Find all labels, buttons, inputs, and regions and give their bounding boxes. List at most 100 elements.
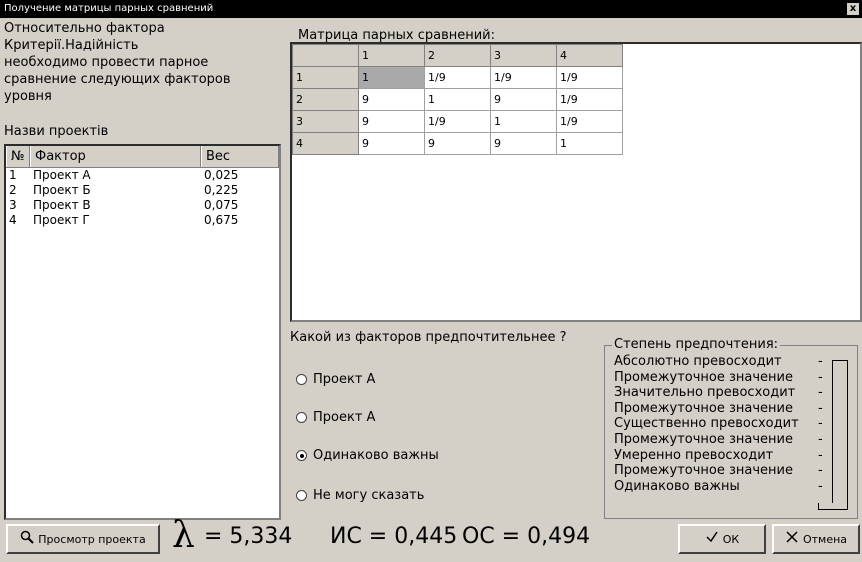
cancel-label: Отмена	[802, 532, 848, 546]
matrix-row: 2 9 1 9 1/9	[292, 88, 623, 111]
matrix-cell[interactable]: 1/9	[424, 110, 491, 133]
consistency-index: ИС = 0,445	[330, 524, 458, 549]
search-icon	[20, 530, 34, 548]
window-title: Получение матрицы парных сравнений	[4, 3, 214, 14]
matrix-row: 3 9 1/9 1 1/9	[292, 110, 623, 133]
preference-tick-marks: - - - - - - - - -	[818, 354, 823, 494]
column-header-number[interactable]: №	[6, 146, 30, 167]
matrix-cell[interactable]: 9	[490, 88, 557, 111]
cancel-button[interactable]: Отмена	[772, 524, 860, 554]
preference-levels: Абсолютно превосходит Промежуточное знач…	[614, 354, 799, 494]
tick-mark: -	[818, 385, 823, 401]
matrix-cell-selected[interactable]: 1	[358, 66, 425, 89]
column-header-factor[interactable]: Фактор	[30, 146, 201, 167]
matrix-row-header: 4	[292, 132, 359, 155]
table-row[interactable]: 1 Проект А 0,025	[6, 168, 279, 183]
preference-caption: Степень предпочтения:	[612, 337, 781, 352]
radio-label: Проект А	[313, 372, 376, 387]
description-line: сравнение следующих факторов	[4, 72, 231, 87]
table-row[interactable]: 2 Проект Б 0,225	[6, 183, 279, 198]
row-number: 4	[9, 213, 17, 227]
projects-caption: Назви проектів	[4, 124, 109, 139]
comparison-matrix[interactable]: 1 2 3 4 1 1 1/9 1/9 1/9 2 9 1 9 1/9 3 9 …	[290, 42, 862, 322]
matrix-cell[interactable]: 1/9	[556, 66, 623, 89]
preference-level: Промежуточное значение	[614, 369, 793, 385]
table-row[interactable]: 4 Проект Г 0,675	[6, 213, 279, 228]
radio-checked-icon	[296, 450, 307, 461]
description-line: Относительно фактора	[4, 21, 165, 36]
tick-mark: -	[818, 354, 823, 369]
preference-level: Абсолютно превосходит	[614, 354, 782, 369]
tick-mark: -	[818, 400, 823, 416]
matrix-row-header: 2	[292, 88, 359, 111]
preference-slider-thumb[interactable]	[818, 503, 848, 510]
close-window-button[interactable]: x	[847, 3, 859, 15]
matrix-col-header: 3	[490, 44, 557, 67]
radio-option-second-project[interactable]: Проект А	[296, 410, 375, 425]
tick-mark: -	[818, 463, 823, 479]
matrix-corner-cell	[292, 44, 359, 67]
matrix-cell[interactable]: 1	[424, 88, 491, 111]
matrix-header-row: 1 2 3 4	[292, 44, 623, 67]
preference-level: Одинаково важны	[614, 478, 740, 494]
matrix-row: 1 1 1/9 1/9 1/9	[292, 66, 623, 89]
matrix-cell[interactable]: 1/9	[424, 66, 491, 89]
question-text: Какой из факторов предпочтительнее ?	[290, 330, 567, 345]
tick-mark: -	[818, 447, 823, 463]
row-factor: Проект Г	[33, 213, 90, 227]
factors-table-header: № Фактор Вес	[6, 146, 279, 168]
radio-option-equal[interactable]: Одинаково важны	[296, 448, 439, 463]
radio-icon	[296, 374, 307, 385]
ok-button[interactable]: ОК	[678, 524, 766, 554]
matrix-cell[interactable]: 9	[358, 88, 425, 111]
matrix-row-header: 1	[292, 66, 359, 89]
radio-option-cannot-say[interactable]: Не могу сказать	[296, 488, 424, 503]
matrix-cell[interactable]: 1/9	[490, 66, 557, 89]
preference-level: Промежуточное значение	[614, 400, 793, 416]
row-number: 3	[9, 198, 17, 212]
lambda-value: = 5,334	[204, 524, 293, 549]
row-factor: Проект В	[33, 198, 91, 212]
row-weight: 0,675	[204, 213, 239, 227]
matrix-cell[interactable]: 1	[556, 132, 623, 155]
preference-level: Умеренно превосходит	[614, 447, 774, 463]
row-number: 1	[9, 168, 17, 182]
matrix-cell[interactable]: 9	[358, 110, 425, 133]
factors-table[interactable]: № Фактор Вес 1 Проект А 0,025 2 Проект Б…	[4, 144, 281, 520]
preference-level: Значительно превосходит	[614, 385, 796, 401]
matrix-col-header: 2	[424, 44, 491, 67]
matrix-cell[interactable]: 1/9	[556, 88, 623, 111]
lambda-symbol: λ	[172, 515, 195, 556]
tick-mark: -	[818, 478, 823, 494]
matrix-row: 4 9 9 9 1	[292, 132, 623, 155]
factor-description: Относительно фактора Критерії.Надійність…	[4, 20, 284, 105]
column-header-weight[interactable]: Вес	[201, 146, 279, 167]
dialog-window: Получение матрицы парных сравнений x Отн…	[0, 0, 862, 562]
preference-slider-track[interactable]	[832, 360, 848, 508]
row-factor: Проект А	[33, 168, 91, 182]
matrix-cell[interactable]: 1	[490, 110, 557, 133]
preference-level: Промежуточное значение	[614, 463, 793, 479]
table-row[interactable]: 3 Проект В 0,075	[6, 198, 279, 213]
tick-mark: -	[818, 431, 823, 447]
matrix-grid[interactable]: 1 2 3 4 1 1 1/9 1/9 1/9 2 9 1 9 1/9 3 9 …	[292, 44, 623, 155]
tick-mark: -	[818, 416, 823, 432]
matrix-cell[interactable]: 9	[490, 132, 557, 155]
view-project-button[interactable]: Просмотр проекта	[6, 524, 160, 554]
row-weight: 0,225	[204, 183, 239, 197]
tick-mark: -	[818, 369, 823, 385]
matrix-col-header: 1	[358, 44, 425, 67]
consistency-ratio: ОС = 0,494	[462, 524, 591, 549]
matrix-cell[interactable]: 9	[424, 132, 491, 155]
radio-label: Не могу сказать	[313, 488, 425, 503]
radio-label: Одинаково важны	[313, 448, 439, 463]
matrix-cell[interactable]: 9	[358, 132, 425, 155]
title-bar: Получение матрицы парных сравнений x	[0, 0, 862, 18]
row-number: 2	[9, 183, 17, 197]
preference-level: Промежуточное значение	[614, 431, 793, 447]
matrix-caption: Матрица парных сравнений:	[298, 28, 496, 43]
matrix-cell[interactable]: 1/9	[556, 110, 623, 133]
description-line: Критерії.Надійність	[4, 38, 139, 53]
radio-option-first-project[interactable]: Проект А	[296, 372, 375, 387]
ok-label: ОК	[722, 532, 740, 546]
